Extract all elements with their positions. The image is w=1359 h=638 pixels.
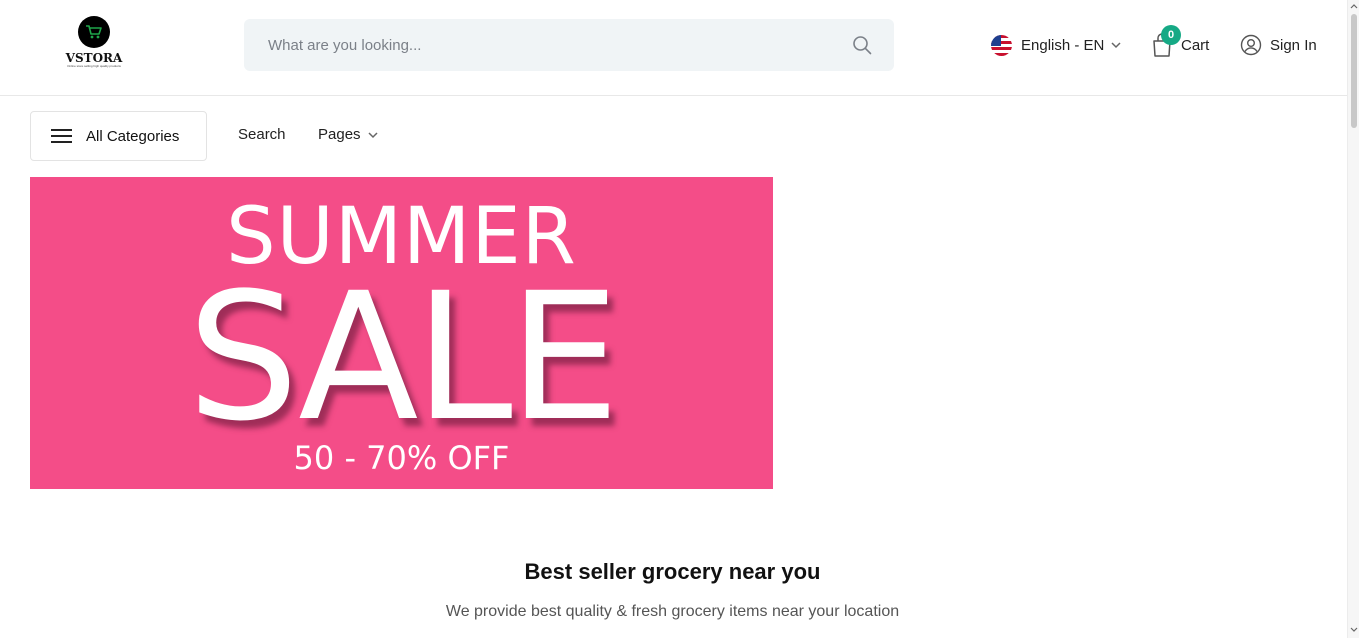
scroll-down-icon[interactable] (1350, 626, 1358, 634)
cart-logo-icon (78, 16, 110, 48)
user-circle-icon (1240, 34, 1262, 56)
section-title: Best seller grocery near you (524, 559, 821, 584)
sign-in-button[interactable]: Sign In (1240, 33, 1317, 57)
nav-link-label: Pages (318, 126, 361, 143)
cart-label: Cart (1181, 36, 1210, 54)
search-bar (244, 19, 894, 71)
hamburger-icon (51, 129, 72, 143)
scroll-up-icon[interactable] (1350, 2, 1358, 10)
nav-link-label: Search (238, 126, 286, 143)
banner-discount: 50 - 70% OFF (293, 439, 510, 477)
section-subtitle: We provide best quality & fresh grocery … (445, 603, 900, 620)
site-header: VSTORA Online store selling high quality… (0, 0, 1347, 96)
logo-tagline: Online store selling high quality produc… (67, 64, 121, 68)
all-categories-label: All Categories (86, 127, 180, 145)
banner-sale-text: SALE (187, 255, 620, 460)
us-flag-icon (991, 34, 1012, 56)
all-categories-button[interactable]: All Categories (30, 111, 207, 161)
logo-text: VSTORA (65, 51, 123, 65)
language-selector[interactable]: English - EN (991, 34, 1122, 56)
nav-link-pages[interactable]: Pages (318, 126, 379, 143)
chevron-down-icon (1111, 42, 1121, 49)
page-scrollbar[interactable] (1347, 0, 1359, 638)
search-icon[interactable] (852, 35, 872, 55)
sign-in-label: Sign In (1270, 36, 1317, 54)
cart-count-badge: 0 (1161, 25, 1181, 45)
nav-link-search[interactable]: Search (238, 126, 286, 143)
chevron-down-icon (368, 131, 378, 138)
language-label: English - EN (1021, 36, 1105, 54)
summer-sale-banner[interactable]: SUMMER SALE 50 - 70% OFF (30, 177, 773, 489)
search-input[interactable] (268, 33, 828, 57)
scrollbar-thumb[interactable] (1351, 14, 1357, 128)
logo[interactable]: VSTORA Online store selling high quality… (64, 16, 124, 70)
